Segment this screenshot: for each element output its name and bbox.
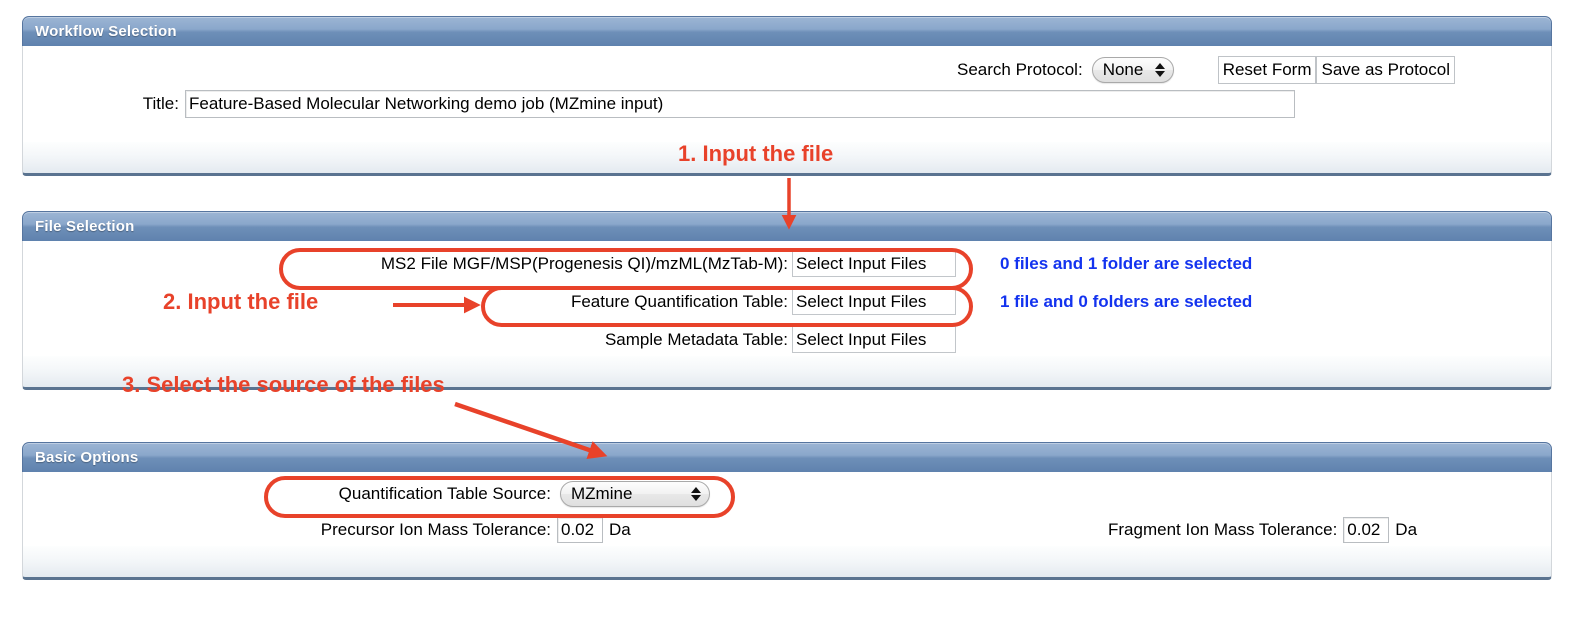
feature-quant-table-label: Feature Quantification Table: <box>570 291 788 311</box>
fragment-tolerance-unit: Da <box>1395 520 1418 539</box>
table-row: Feature Quantification Table: Select Inp… <box>23 288 1551 315</box>
reset-form-button[interactable]: Reset Form <box>1217 56 1317 84</box>
fragment-tolerance-row: Fragment Ion Mass Tolerance: Da <box>1108 517 1417 543</box>
fragment-tolerance-input[interactable] <box>1343 517 1390 543</box>
quant-source-select[interactable]: MZmine <box>560 481 710 507</box>
save-as-protocol-button[interactable]: Save as Protocol <box>1316 56 1455 84</box>
search-protocol-select[interactable]: None <box>1091 57 1174 83</box>
title-row: Title: <box>103 90 1295 118</box>
search-protocol-row: Search Protocol: None Reset Form Save as… <box>957 56 1455 84</box>
file-selection-header: File Selection <box>22 211 1552 241</box>
quant-source-value: MZmine <box>571 484 633 503</box>
workflow-selection-header: Workflow Selection <box>22 16 1552 46</box>
precursor-tolerance-unit: Da <box>609 520 631 539</box>
file-selection-footer <box>22 356 1552 390</box>
ms2-file-status: 0 files and 1 folder are selected <box>1000 253 1253 273</box>
fragment-tolerance-label: Fragment Ion Mass Tolerance: <box>1108 520 1338 539</box>
precursor-tolerance-row: Precursor Ion Mass Tolerance: Da <box>23 517 631 543</box>
basic-options-title: Basic Options <box>35 449 139 466</box>
file-selection-title: File Selection <box>35 218 135 235</box>
basic-options-panel: Basic Options Quantification Table Sourc… <box>22 442 1552 580</box>
basic-options-header: Basic Options <box>22 442 1552 472</box>
stepper-icon <box>691 487 701 501</box>
file-selection-panel: File Selection MS2 File MGF/MSP(Progenes… <box>22 211 1552 390</box>
precursor-tolerance-input[interactable] <box>557 517 603 543</box>
quant-source-label: Quantification Table Source: <box>338 484 551 503</box>
search-protocol-label: Search Protocol: <box>957 60 1083 79</box>
search-protocol-value: None <box>1102 60 1144 79</box>
stepper-icon <box>1154 63 1165 77</box>
ms2-file-label: MS2 File MGF/MSP(Progenesis QI)/mzML(MzT… <box>380 253 788 273</box>
workflow-selection-panel: Workflow Selection Search Protocol: None… <box>22 16 1552 176</box>
quant-source-row: Quantification Table Source: MZmine <box>23 481 710 507</box>
feature-quant-table-select-button[interactable]: Select Input Files <box>792 288 956 315</box>
workflow-selection-body: Search Protocol: None Reset Form Save as… <box>22 46 1552 142</box>
sample-metadata-table-label: Sample Metadata Table: <box>604 329 788 349</box>
workflow-selection-footer <box>22 142 1552 176</box>
table-row: MS2 File MGF/MSP(Progenesis QI)/mzML(MzT… <box>23 250 1551 277</box>
title-label: Title: <box>142 94 179 113</box>
sample-metadata-table-select-button[interactable]: Select Input Files <box>792 326 956 353</box>
table-row: Sample Metadata Table: Select Input File… <box>23 326 1551 353</box>
title-input[interactable] <box>185 90 1295 118</box>
basic-options-footer <box>22 546 1552 580</box>
basic-options-body: Quantification Table Source: MZmine Prec… <box>22 472 1552 546</box>
feature-quant-table-status: 1 file and 0 folders are selected <box>1000 291 1253 311</box>
precursor-tolerance-label: Precursor Ion Mass Tolerance: <box>320 520 551 539</box>
ms2-file-select-button[interactable]: Select Input Files <box>792 250 956 277</box>
workflow-selection-title: Workflow Selection <box>35 23 177 40</box>
file-selection-body: MS2 File MGF/MSP(Progenesis QI)/mzML(MzT… <box>22 241 1552 356</box>
